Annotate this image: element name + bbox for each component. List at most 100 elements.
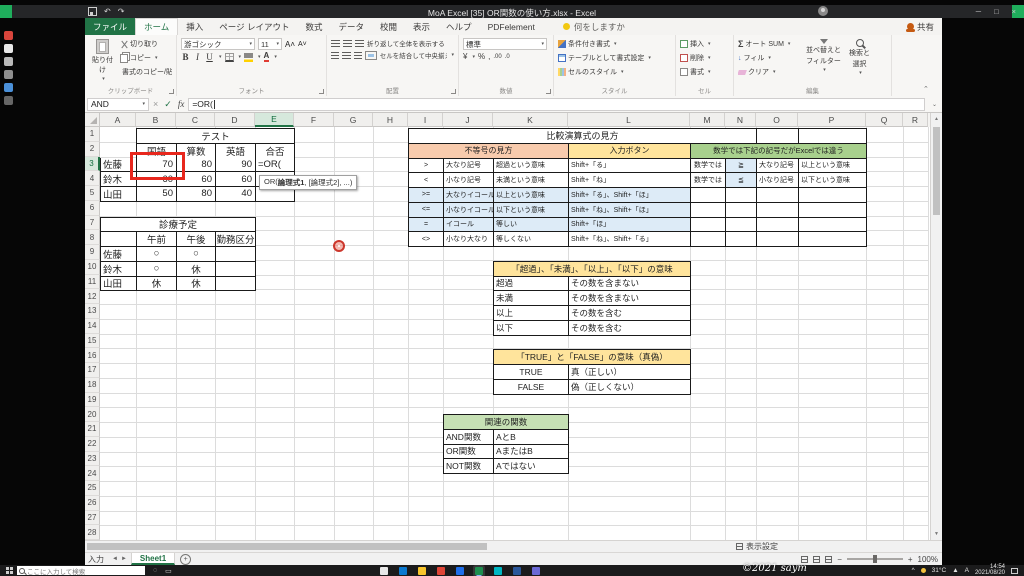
- cell[interactable]: 数学では下記の記号だがExcelでは違う: [691, 144, 867, 159]
- user-avatar[interactable]: [818, 6, 828, 16]
- formula-input[interactable]: =OR(: [188, 98, 925, 111]
- cell[interactable]: 休: [137, 277, 177, 292]
- cell[interactable]: Shift+「ね」、Shift+「ほ」: [569, 203, 691, 218]
- cell[interactable]: AまたはB: [494, 445, 569, 460]
- sheet-tab-sheet1[interactable]: Sheet1: [131, 553, 175, 565]
- dialog-launcher-icon[interactable]: [451, 89, 456, 94]
- cell[interactable]: =OR(: [256, 158, 295, 173]
- cell[interactable]: 以下: [494, 321, 569, 336]
- fill-color-icon[interactable]: [244, 53, 253, 62]
- column-header-F[interactable]: F: [294, 113, 334, 127]
- cell[interactable]: [726, 218, 757, 233]
- cell[interactable]: ○: [137, 262, 177, 277]
- row-header-16[interactable]: 16: [85, 348, 100, 363]
- scroll-up-icon[interactable]: ▲: [931, 116, 942, 122]
- cell[interactable]: 勤務区分: [216, 232, 256, 247]
- cell[interactable]: FALSE: [494, 380, 569, 395]
- taskbar-app-icon[interactable]: [437, 567, 445, 575]
- tab-ホーム[interactable]: ホーム: [135, 18, 178, 35]
- row-header-19[interactable]: 19: [85, 393, 100, 408]
- column-header-G[interactable]: G: [334, 113, 373, 127]
- row-header-21[interactable]: 21: [85, 422, 100, 437]
- scroll-down-icon[interactable]: ▼: [931, 531, 942, 537]
- cell[interactable]: 40: [216, 187, 256, 202]
- row-header-11[interactable]: 11: [85, 275, 100, 290]
- font-family-select[interactable]: 游ゴシック▾: [181, 38, 255, 50]
- column-header-P[interactable]: P: [798, 113, 866, 127]
- cell[interactable]: ≧: [726, 159, 757, 174]
- cell[interactable]: <=: [409, 203, 444, 218]
- column-header-M[interactable]: M: [690, 113, 725, 127]
- cell-styles-button[interactable]: セルのスタイル▾: [558, 66, 671, 78]
- cell[interactable]: 80: [177, 187, 216, 202]
- cut-button[interactable]: 切り取り: [120, 38, 172, 50]
- cell[interactable]: 山田: [101, 187, 137, 202]
- row-header-13[interactable]: 13: [85, 304, 100, 319]
- bold-button[interactable]: B: [181, 52, 190, 62]
- cell[interactable]: 90: [216, 158, 256, 173]
- confirm-entry-icon[interactable]: ✓: [164, 99, 172, 110]
- comma-format-icon[interactable]: ,: [488, 52, 490, 61]
- currency-format-icon[interactable]: ¥: [463, 52, 467, 61]
- cell[interactable]: OR関数: [444, 445, 494, 460]
- expand-formula-bar-icon[interactable]: ⌄: [929, 101, 940, 108]
- copy-button[interactable]: コピー▾: [120, 52, 172, 64]
- cell[interactable]: 以上という意味: [494, 188, 569, 203]
- cell[interactable]: [799, 218, 867, 233]
- row-header-25[interactable]: 25: [85, 481, 100, 496]
- cell[interactable]: 合否: [256, 144, 295, 159]
- row-header-4[interactable]: 4: [85, 171, 100, 186]
- cell[interactable]: 入力ボタン: [569, 144, 691, 159]
- cell[interactable]: 診療予定: [101, 218, 256, 233]
- dialog-launcher-icon[interactable]: [169, 89, 174, 94]
- cell[interactable]: AとB: [494, 430, 569, 445]
- action-center-icon[interactable]: [1011, 568, 1018, 574]
- insert-function-icon[interactable]: fx: [178, 99, 185, 109]
- tell-me-box[interactable]: 何をしますか: [563, 18, 625, 35]
- paste-button[interactable]: 貼り付け ▾: [89, 38, 116, 85]
- close-button[interactable]: ×: [1012, 7, 1016, 16]
- cell[interactable]: 数学では: [691, 159, 726, 174]
- column-header-A[interactable]: A: [100, 113, 136, 127]
- zoom-in-icon[interactable]: +: [908, 555, 913, 564]
- cell[interactable]: 超過: [494, 277, 569, 292]
- cell[interactable]: Shift+「ね」、Shift+「る」: [569, 232, 691, 247]
- cell[interactable]: 佐藤: [101, 247, 137, 262]
- underline-button[interactable]: U: [205, 52, 214, 62]
- hidden-icons-chevron[interactable]: ^: [912, 567, 915, 574]
- column-header-C[interactable]: C: [176, 113, 215, 127]
- cell[interactable]: 午後: [177, 232, 216, 247]
- cell[interactable]: Aではない: [494, 459, 569, 474]
- taskbar-app-icon[interactable]: [456, 567, 464, 575]
- sort-filter-button[interactable]: 並べ替えとフィルター▾: [804, 38, 843, 85]
- cell[interactable]: 50: [137, 187, 177, 202]
- cell[interactable]: [216, 277, 256, 292]
- column-header-L[interactable]: L: [568, 113, 690, 127]
- cell[interactable]: [691, 218, 726, 233]
- maximize-button[interactable]: □: [994, 7, 999, 16]
- annotation-tool-icon[interactable]: [4, 70, 13, 79]
- align-middle-icon[interactable]: [343, 40, 352, 47]
- cell[interactable]: [691, 188, 726, 203]
- delete-cells-button[interactable]: 削除▾: [680, 52, 729, 64]
- zoom-level[interactable]: 100%: [918, 555, 938, 564]
- cell[interactable]: AND関数: [444, 430, 494, 445]
- cell[interactable]: [691, 232, 726, 247]
- horizontal-scrollbar[interactable]: [85, 541, 730, 552]
- cell[interactable]: [726, 203, 757, 218]
- row-header-3[interactable]: 3: [85, 157, 100, 172]
- cell[interactable]: 小なり記号: [757, 173, 799, 188]
- tab-ページ レイアウト[interactable]: ページ レイアウト: [211, 18, 297, 35]
- cell[interactable]: <>: [409, 232, 444, 247]
- dialog-launcher-icon[interactable]: [546, 89, 551, 94]
- align-center-icon[interactable]: [342, 52, 350, 59]
- merge-center-button[interactable]: セルを結合して中央揃え: [380, 50, 447, 60]
- zoom-out-icon[interactable]: −: [837, 555, 842, 564]
- annotation-tool-icon[interactable]: [4, 31, 13, 40]
- start-button[interactable]: [6, 567, 9, 570]
- cell[interactable]: 「超過」、「未満」、「以上」、「以下」の意味: [494, 262, 691, 277]
- borders-icon[interactable]: [225, 53, 234, 62]
- row-header-7[interactable]: 7: [85, 216, 100, 231]
- align-left-icon[interactable]: [331, 52, 339, 59]
- taskbar-app-icon[interactable]: [513, 567, 521, 575]
